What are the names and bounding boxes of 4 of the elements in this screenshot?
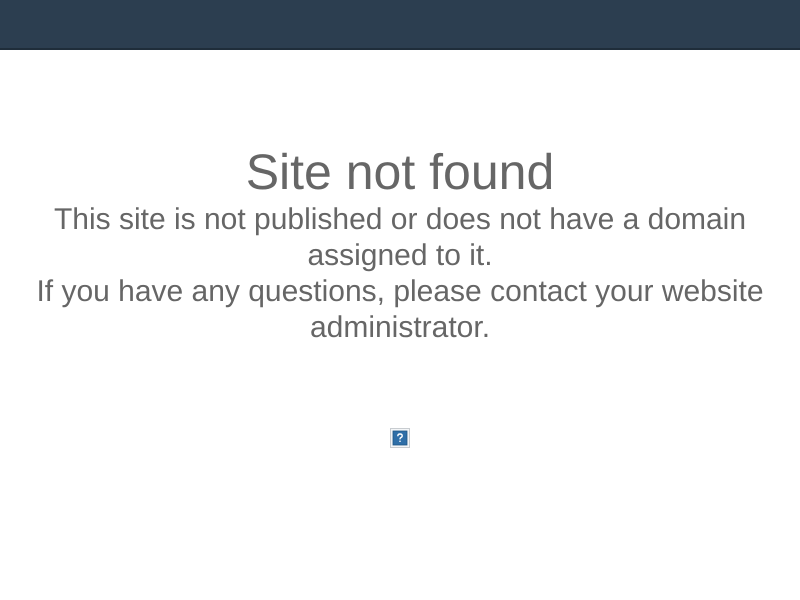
page-title: Site not found	[246, 143, 554, 202]
broken-image-icon	[390, 428, 410, 448]
message-text: This site is not published or does not have a domain assigned to it.	[52, 202, 748, 274]
message-text: If you have any questions, please contact your website administrator.	[35, 274, 765, 346]
